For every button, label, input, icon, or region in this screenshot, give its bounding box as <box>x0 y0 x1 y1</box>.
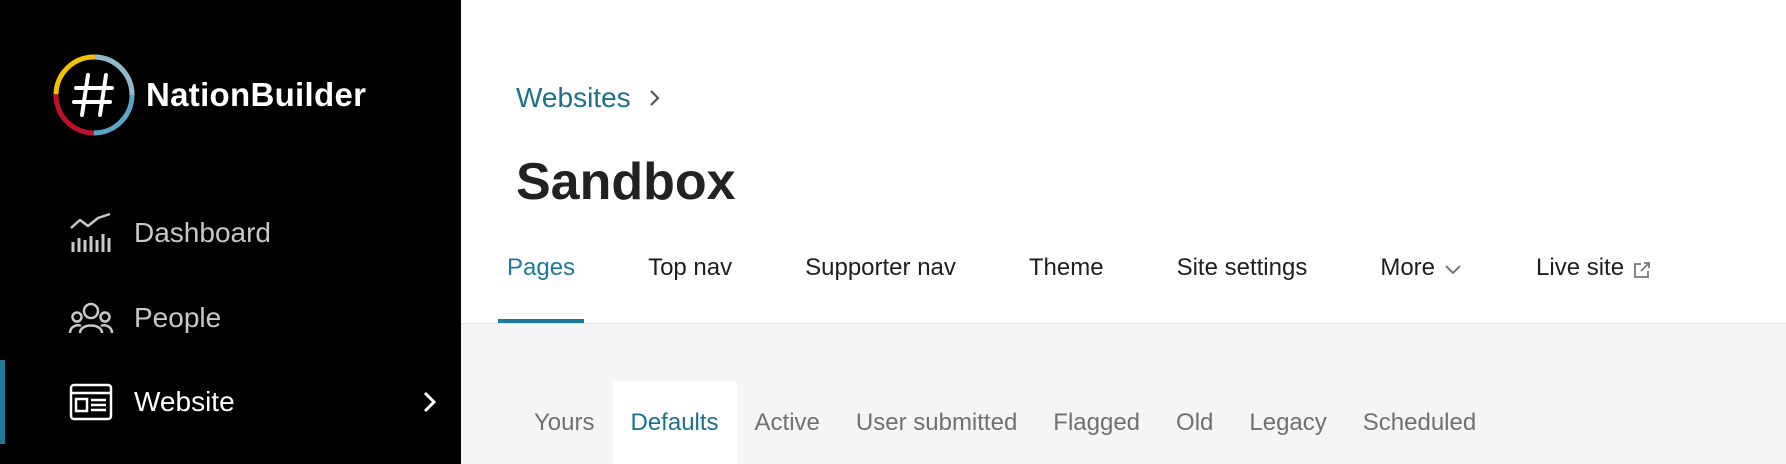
subtab-flagged[interactable]: Flagged <box>1035 381 1158 464</box>
sidebar-item-dashboard[interactable]: Dashboard <box>0 191 461 275</box>
nationbuilder-logo-icon <box>53 54 135 136</box>
chevron-right-icon <box>649 90 660 106</box>
breadcrumb-link-websites[interactable]: Websites <box>516 82 631 114</box>
brand-name: NationBuilder <box>146 76 367 113</box>
subtab-scheduled[interactable]: Scheduled <box>1345 381 1494 464</box>
active-indicator <box>0 360 5 444</box>
chart-icon <box>70 212 111 252</box>
tab-more[interactable]: More <box>1371 240 1472 324</box>
tab-top-nav[interactable]: Top nav <box>639 240 741 324</box>
tab-label: Site settings <box>1176 254 1308 281</box>
content-area: Yours Defaults Active User submitted Fla… <box>461 324 1786 464</box>
tab-label: Top nav <box>648 254 733 281</box>
tab-label: Pages <box>507 254 576 281</box>
breadcrumb: Websites <box>516 82 665 114</box>
logo[interactable]: NationBuilder <box>52 53 366 137</box>
tab-live-site[interactable]: Live site <box>1527 240 1661 324</box>
external-link-icon <box>1634 262 1650 278</box>
subtab-yours[interactable]: Yours <box>516 381 613 464</box>
sidebar-item-label: Dashboard <box>134 217 271 248</box>
sidebar-item-website[interactable]: Website <box>0 360 461 444</box>
people-icon <box>68 302 114 334</box>
tab-label: Supporter nav <box>805 254 956 281</box>
sidebar-item-people[interactable]: People <box>0 276 461 360</box>
sidebar-item-label: People <box>134 302 222 333</box>
subtab-defaults[interactable]: Defaults <box>612 381 737 464</box>
subtab-user-submitted[interactable]: User submitted <box>838 381 1035 464</box>
tab-label: More <box>1380 254 1436 281</box>
tab-site-settings[interactable]: Site settings <box>1168 240 1317 324</box>
sidebar: NationBuilder Dashboard People Website <box>0 0 461 464</box>
tab-label: Theme <box>1028 254 1104 281</box>
page-header: Websites Sandbox Pages Top nav Supporter… <box>461 0 1786 324</box>
subtab-legacy[interactable]: Legacy <box>1231 381 1344 464</box>
sidebar-item-label: Website <box>134 386 235 417</box>
app-root: NationBuilder Dashboard People Website W… <box>0 0 1786 464</box>
tab-pages[interactable]: Pages <box>498 240 585 324</box>
tab-label: Live site <box>1536 254 1625 281</box>
tab-theme[interactable]: Theme <box>1020 240 1113 324</box>
chevron-right-icon <box>423 391 437 413</box>
tab-bar: Pages Top nav Supporter nav Theme Site s… <box>498 240 1661 324</box>
chevron-down-icon <box>1445 265 1461 275</box>
page-title: Sandbox <box>516 153 736 211</box>
website-icon <box>69 383 113 421</box>
main-area: Websites Sandbox Pages Top nav Supporter… <box>461 0 1786 464</box>
subtab-active[interactable]: Active <box>737 381 838 464</box>
subtab-old[interactable]: Old <box>1158 381 1231 464</box>
subtab-bar: Yours Defaults Active User submitted Fla… <box>516 381 1494 464</box>
tab-supporter-nav[interactable]: Supporter nav <box>796 240 965 324</box>
